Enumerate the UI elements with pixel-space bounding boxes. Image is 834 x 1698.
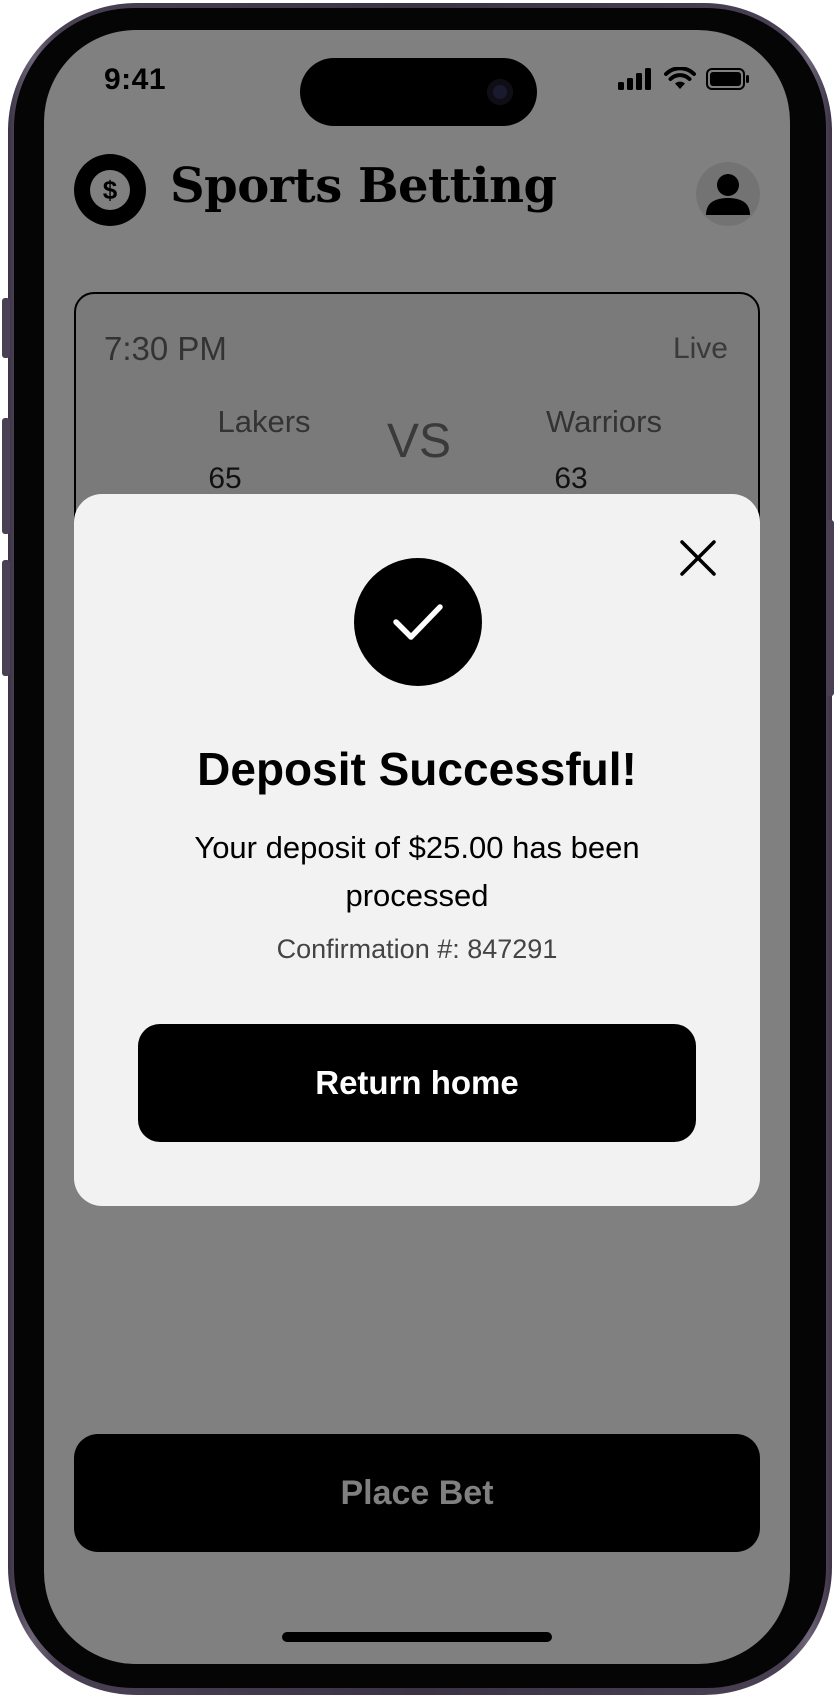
away-team-score: 63 [554,462,588,495]
app-screen: 9:41 $ Sports Betting 7:30 PM Live Laker… [44,30,790,1664]
deposit-message: Your deposit of $25.00 has been processe… [194,830,640,913]
power-button [826,520,834,696]
versus-label: VS [386,415,452,468]
confirmation-number: Confirmation #: 847291 [276,934,558,964]
volume-down-button [2,560,10,676]
deposit-success-modal: Deposit Successful! Your deposit of $25.… [74,494,760,1206]
live-status-badge: Live [672,332,728,365]
success-badge [354,558,482,686]
checkmark-icon [393,604,443,640]
dollar-glyph: $ [90,170,130,210]
cellular-signal-icon [618,68,651,90]
modal-title: Deposit Successful! [197,743,637,795]
camera-icon [487,79,513,105]
close-button[interactable] [678,538,718,578]
page-title: Sports Betting [170,158,557,214]
dollar-coin-icon: $ [74,154,146,226]
user-icon [706,174,750,215]
home-team-score: 65 [208,462,242,495]
wifi-icon [664,67,696,89]
close-icon [680,540,716,576]
action-button [2,298,10,358]
volume-up-button [2,418,10,534]
place-bet-button[interactable]: Place Bet [74,1434,760,1552]
game-time: 7:30 PM [104,330,227,367]
dynamic-island [300,58,537,126]
home-team-name: Lakers [217,404,311,439]
battery-icon [706,68,749,90]
profile-button[interactable] [696,162,760,226]
home-indicator[interactable] [282,1632,552,1642]
status-icons [618,67,750,91]
away-team-name: Warriors [546,404,662,439]
status-time: 9:41 [104,63,167,96]
return-home-button[interactable]: Return home [138,1024,696,1142]
